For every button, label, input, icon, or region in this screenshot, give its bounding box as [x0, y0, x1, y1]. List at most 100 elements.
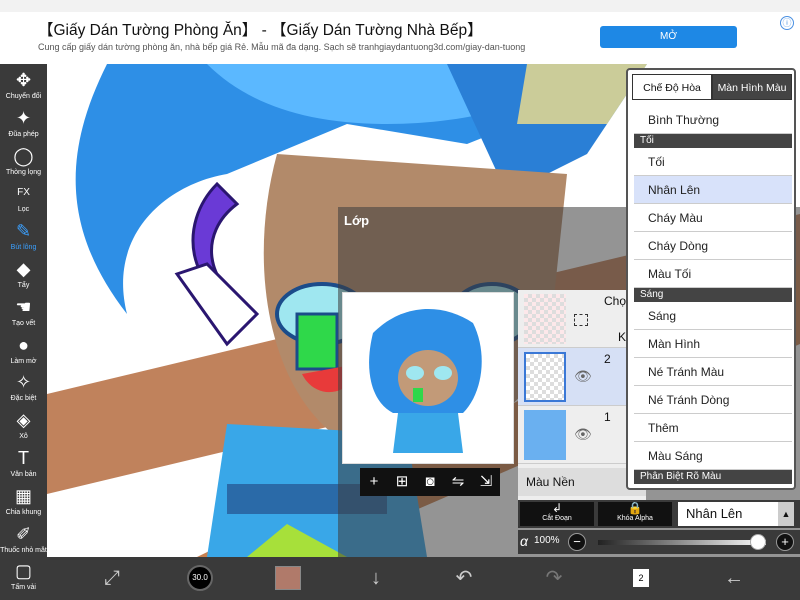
ad-info-icon[interactable]: ⓘ — [780, 16, 794, 30]
download-arrow-icon[interactable]: ↓ — [361, 557, 391, 600]
brush-size-value: 30.0 — [187, 565, 213, 591]
fullscreen-tools-icon[interactable]: ⤢ — [97, 557, 127, 600]
lasso-icon: ◯ — [13, 145, 34, 166]
tool-label: Tấm vải — [11, 584, 36, 592]
layer-thumbnail — [524, 294, 566, 344]
ad-banner[interactable]: 【Giấy Dán Tường Phòng Ăn】 - 【Giấy Dán Tư… — [0, 12, 800, 64]
lock-icon: 🔒 — [627, 501, 643, 515]
clipping-icon: ↲ — [551, 501, 563, 515]
layers-button[interactable]: 2 — [631, 557, 651, 600]
ad-description: Cung cấp giấy dán tường phòng ăn, nhà bế… — [38, 42, 526, 52]
blend-mode-select[interactable]: Nhân Lên ▲ — [678, 502, 794, 526]
blend-mode-option[interactable]: Cháy Dòng — [634, 232, 792, 260]
dropdown-tabs: Chế Độ Hòa Trộn Màn Hình Màu — [632, 74, 792, 120]
tool-label: Đặc biệt — [10, 395, 37, 403]
canvas-icon: ▢ — [14, 561, 32, 582]
clipping-button[interactable]: ↲ Cắt Đoạn — [520, 502, 594, 526]
app-root: 【Giấy Dán Tường Phòng Ăn】 - 【Giấy Dán Tư… — [0, 0, 800, 600]
tool-sidebar: ✥ Chuyển đổi ✦ Đũa phép ◯ Thòng lọng FX Lọc ✎ Bút… — [0, 64, 47, 600]
tool-label: Làm mờ — [10, 357, 37, 365]
tool-label: Thuốc nhỏ mắt — [0, 546, 47, 554]
eye-icon[interactable]: 👁 — [574, 368, 592, 385]
smudge-icon: ☚ — [15, 296, 32, 317]
tool-label: Tẩy — [17, 282, 30, 289]
color-swatch — [275, 566, 301, 590]
layer-options-row: ↲ Cắt Đoạn 🔒 Khóa Alpha Nhân Lên ▲ — [518, 500, 800, 528]
blur-icon: ● — [18, 334, 29, 355]
filter-icon: FX — [17, 187, 30, 199]
tool-label: Lọc — [17, 206, 30, 214]
tool-label: Thòng lọng — [5, 168, 42, 176]
blend-mode-option[interactable]: Né Tránh Màu — [634, 358, 792, 386]
text-icon: T — [18, 448, 29, 468]
tab-color-screen[interactable]: Màn Hình Màu — [712, 74, 792, 100]
frame-divider-icon: ▦ — [14, 485, 32, 506]
add-layer-icon[interactable]: + — [360, 468, 388, 496]
background-label: Màu Nền — [526, 475, 575, 489]
blend-mode-option[interactable]: Tối — [634, 148, 792, 176]
ad-title[interactable]: 【Giấy Dán Tường Phòng Ăn】 - 【Giấy Dán Tư… — [38, 18, 483, 40]
opacity-decrease-button[interactable]: − — [568, 533, 586, 551]
undo-icon[interactable]: ↶ — [449, 557, 479, 600]
blend-mode-option[interactable]: Cháy Màu — [634, 204, 792, 232]
merge-icon[interactable]: ⇲ — [472, 468, 500, 496]
selection-marquee-icon — [574, 314, 588, 326]
eye-icon[interactable]: 👁 — [574, 426, 592, 443]
opacity-slider[interactable] — [598, 534, 766, 550]
special-icon: ✧ — [15, 372, 32, 393]
layer-name: 2 — [604, 352, 611, 366]
opacity-increase-button[interactable]: + — [776, 533, 794, 551]
blend-mode-value: Nhân Lên — [686, 506, 743, 521]
alpha-symbol: α — [520, 533, 528, 549]
section-header: Tối — [634, 134, 792, 148]
blend-mode-option[interactable]: Thêm — [634, 414, 792, 442]
blend-mode-option[interactable]: Màu Tối — [634, 260, 792, 288]
flip-icon[interactable]: ⇋ — [444, 468, 472, 496]
section-header: Phân Biệt Rõ Màu — [634, 470, 792, 484]
preview-artwork — [343, 293, 513, 463]
layers-count: 2 — [633, 569, 649, 587]
tool-label: Chia khung — [5, 508, 42, 516]
blend-mode-dropdown: Chế Độ Hòa Trộn Màn Hình Màu Bình Thường… — [626, 68, 796, 490]
blend-mode-option[interactable]: Bình Thường — [634, 106, 792, 134]
tool-label: Đũa phép — [8, 130, 39, 138]
bottom-toolbar: ⤢ 30.0 ↓ ↶ ↷ 2 ← — [47, 557, 800, 600]
tab-blend-mode[interactable]: Chế Độ Hòa Trộn — [632, 74, 712, 120]
layer-thumbnail — [524, 352, 566, 402]
tool-label: Chuyển đổi — [5, 93, 42, 100]
camera-icon[interactable]: ◙ — [416, 468, 444, 496]
layer-thumbnail — [524, 410, 566, 460]
alpha-lock-button[interactable]: 🔒 Khóa Alpha — [598, 502, 672, 526]
blend-mode-option[interactable]: Màu Sáng — [634, 442, 792, 470]
section-header: Sáng — [634, 288, 792, 302]
opacity-value: 100% — [534, 535, 560, 546]
tool-label: Tạo vết — [11, 319, 36, 327]
brush-size-button[interactable]: 30.0 — [185, 557, 215, 600]
brush-icon: ✎ — [15, 221, 32, 242]
preview-toolbar: + ⊞ ◙ ⇋ ⇲ — [360, 468, 500, 496]
move-icon: ✥ — [15, 70, 32, 90]
duplicate-layer-icon[interactable]: ⊞ — [388, 468, 416, 496]
alpha-lock-label: Khóa Alpha — [617, 515, 653, 522]
blend-mode-list: Bình Thường Tối Tối Nhân Lên Cháy Màu Cháy Dò… — [634, 106, 794, 486]
layer-name: 1 — [604, 410, 611, 424]
redo-icon[interactable]: ↷ — [539, 557, 569, 600]
opacity-row: α 100% − + — [518, 530, 800, 554]
layer-panel-title: Lớp — [344, 213, 370, 228]
ad-open-button[interactable]: MỞ — [600, 26, 737, 48]
opacity-slider-handle[interactable] — [750, 534, 766, 550]
tool-label: Văn bản — [10, 471, 37, 478]
status-bar — [0, 0, 800, 12]
eyedropper-icon: ✐ — [15, 523, 32, 544]
blend-mode-option[interactable]: Sáng — [634, 302, 792, 330]
blend-mode-option[interactable]: Nhân Lên — [634, 176, 792, 204]
chevron-up-icon: ▲ — [778, 502, 794, 526]
tool-label: Xô — [19, 433, 28, 441]
blend-mode-option[interactable]: Màn Hình — [634, 330, 792, 358]
back-arrow-icon[interactable]: ← — [719, 557, 749, 600]
tool-canvas[interactable]: ▢ Tấm vải — [0, 559, 47, 600]
magic-wand-icon: ✦ — [15, 107, 32, 128]
eraser-icon: ◆ — [16, 259, 31, 279]
color-swatch-button[interactable] — [275, 557, 301, 600]
blend-mode-option[interactable]: Né Tránh Dòng — [634, 386, 792, 414]
